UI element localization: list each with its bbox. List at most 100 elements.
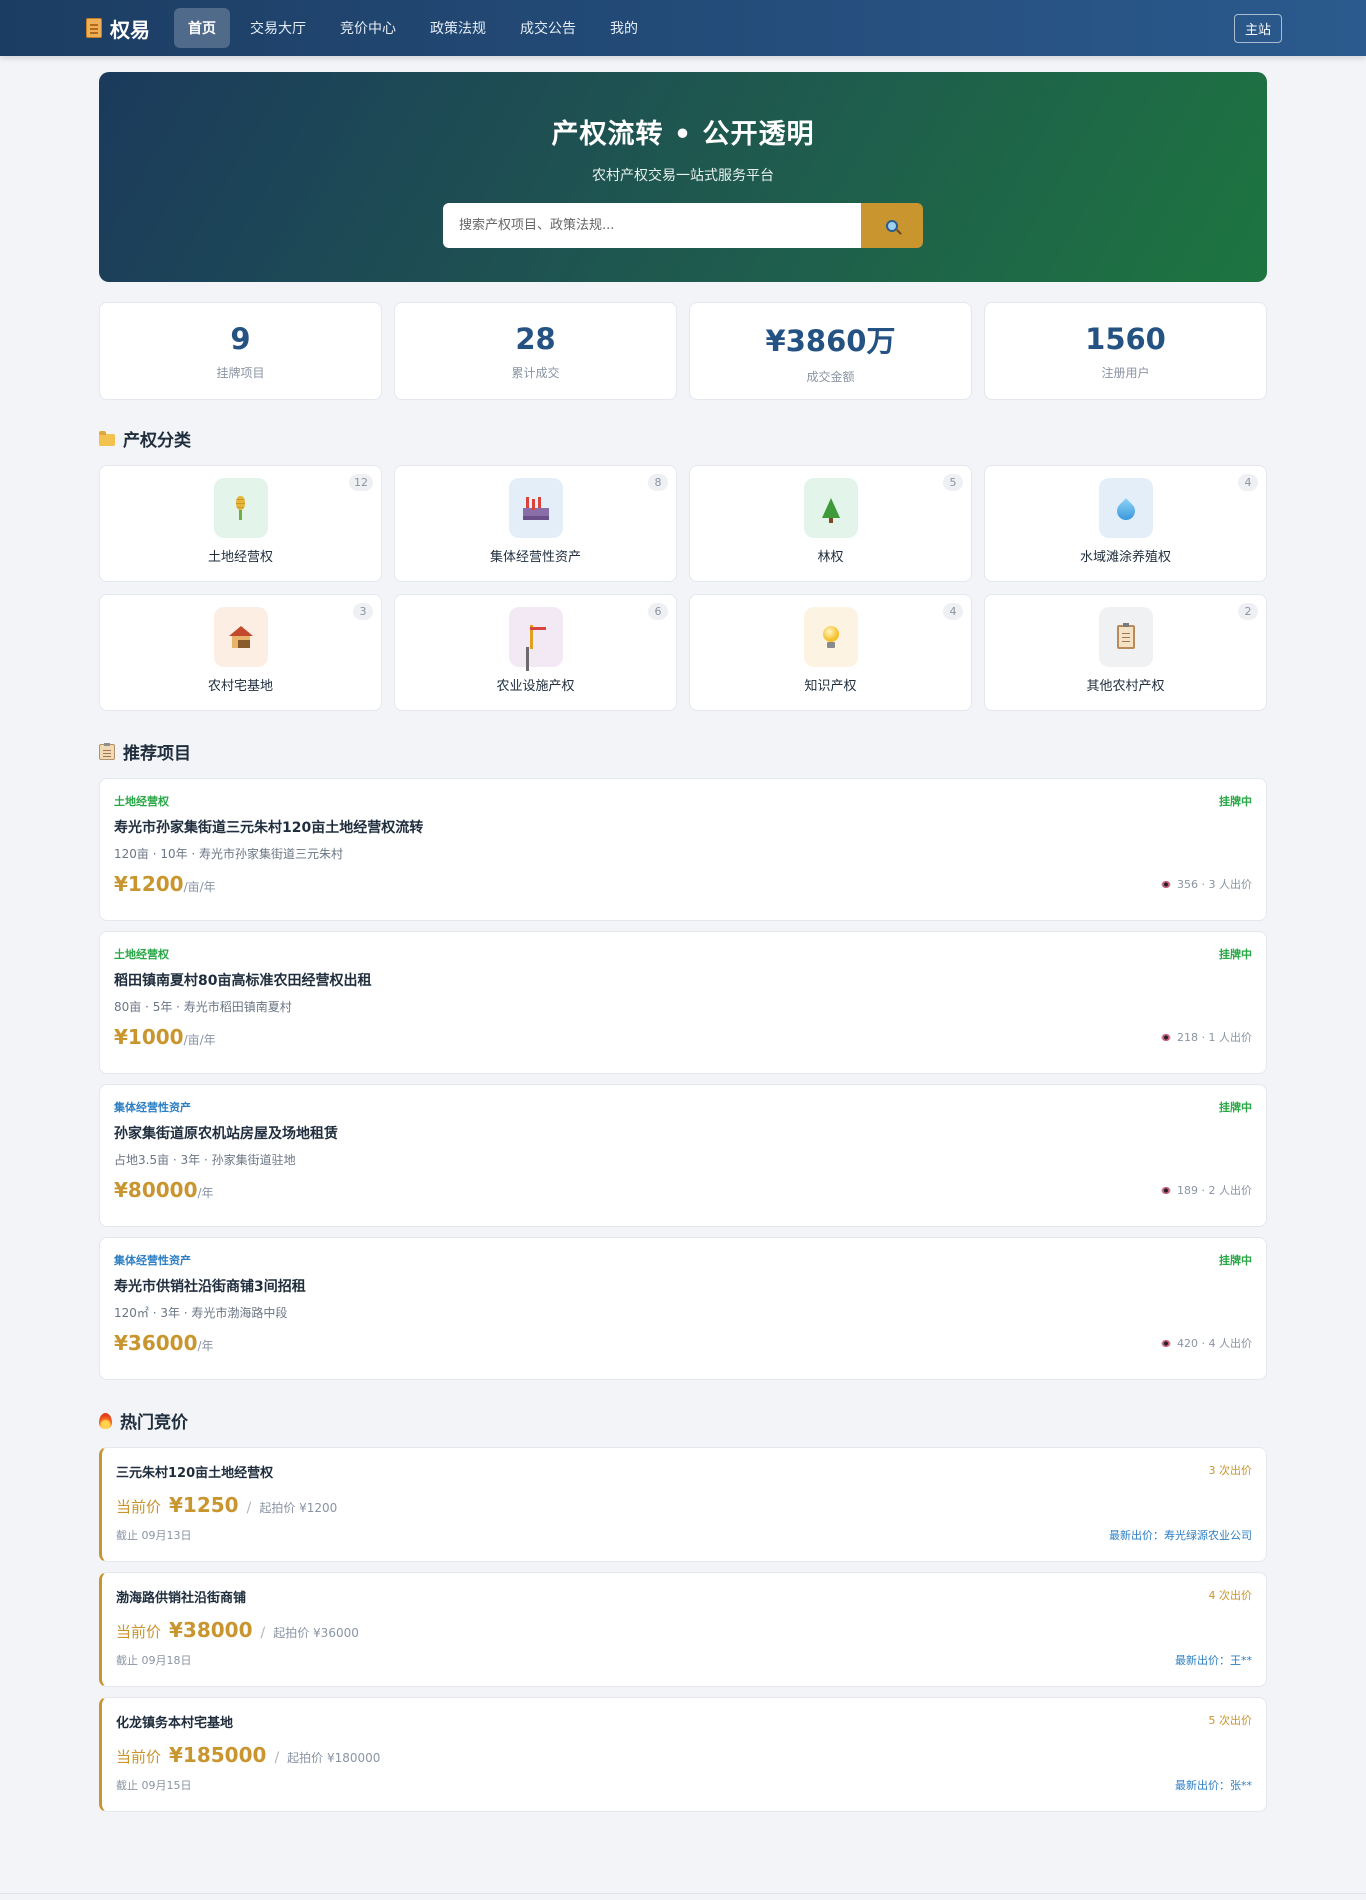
price-unit: /年	[197, 1339, 214, 1353]
bid-count: 4 次出价	[1208, 1589, 1253, 1602]
hero-banner: 产权流转 • 公开透明 农村产权交易一站式服务平台	[99, 72, 1267, 282]
starting-price: 起拍价 ¥36000	[273, 1626, 359, 1640]
project-price: ¥1000	[114, 1025, 184, 1049]
stat-value: 9	[230, 321, 251, 356]
category-card-homestead[interactable]: 3 农村宅基地	[99, 594, 382, 711]
category-icon-box	[1098, 478, 1153, 538]
category-label: 林权	[817, 550, 844, 565]
current-price-label: 当前价	[116, 1623, 162, 1641]
auction-card[interactable]: 渤海路供销社沿街商铺 4 次出价 当前价 ¥38000 / 起拍价 ¥36000…	[99, 1572, 1267, 1687]
count-badge: 3	[353, 603, 373, 620]
project-stats: 218 · 1 人出价	[1177, 1031, 1252, 1044]
stat-value: 1560	[1085, 321, 1166, 356]
category-card-water[interactable]: 4 水域滩涂养殖权	[984, 465, 1267, 582]
price-separator: /	[274, 1750, 280, 1766]
project-card[interactable]: 土地经营权 挂牌中 稻田镇南夏村80亩高标准农田经营权出租 80亩 · 5年 ·…	[99, 931, 1267, 1074]
factory-icon	[522, 496, 549, 520]
nav-links: 首页 交易大厅 竞价中心 政策法规 成交公告 我的	[174, 8, 1234, 48]
bid-count: 5 次出价	[1208, 1714, 1253, 1727]
status-badge: 挂牌中	[1219, 1101, 1252, 1114]
status-badge: 挂牌中	[1219, 795, 1252, 808]
clipboard-icon	[1116, 623, 1135, 649]
project-list: 土地经营权 挂牌中 寿光市孙家集街道三元朱村120亩土地经营权流转 120亩 ·…	[99, 778, 1267, 1380]
hero-title: 产权流转 • 公开透明	[551, 119, 815, 150]
price-unit: /亩/年	[183, 880, 216, 894]
projects-title: 推荐项目	[123, 744, 191, 764]
main-site-button[interactable]: 主站	[1233, 13, 1282, 43]
categories-heading: 产权分类	[99, 426, 1267, 451]
deadline: 截止 09月13日	[116, 1529, 192, 1542]
auction-list: 三元朱村120亩土地经营权 3 次出价 当前价 ¥1250 / 起拍价 ¥120…	[99, 1447, 1267, 1812]
crane-icon	[524, 625, 548, 649]
project-stats: 356 · 3 人出价	[1177, 878, 1252, 891]
brand-logo[interactable]: 权易	[86, 14, 150, 43]
project-category: 土地经营权	[114, 948, 169, 961]
project-title: 寿光市供销社沿街商铺3间招租	[114, 1279, 306, 1295]
search-input[interactable]	[443, 203, 861, 248]
auction-title: 渤海路供销社沿街商铺	[116, 1591, 247, 1606]
project-category: 集体经营性资产	[114, 1101, 191, 1114]
project-card[interactable]: 集体经营性资产 挂牌中 寿光市供销社沿街商铺3间招租 120㎡ · 3年 · 寿…	[99, 1237, 1267, 1380]
nav-link-trading-hall[interactable]: 交易大厅	[236, 8, 320, 48]
search-button[interactable]	[861, 203, 923, 248]
starting-price: 起拍价 ¥1200	[259, 1501, 338, 1515]
current-price-label: 当前价	[116, 1498, 162, 1516]
category-icon-box	[213, 478, 268, 538]
project-meta: 120亩 · 10年 · 寿光市孙家集街道三元朱村	[114, 847, 344, 861]
category-card-collective-assets[interactable]: 8 集体经营性资产	[394, 465, 677, 582]
categories-title: 产权分类	[123, 431, 191, 451]
count-badge: 4	[1238, 474, 1258, 491]
stat-card-deals: 28 累计成交	[394, 302, 677, 400]
nav-link-policies[interactable]: 政策法规	[416, 8, 500, 48]
price-separator: /	[246, 1500, 252, 1516]
nav-link-mine[interactable]: 我的	[596, 8, 652, 48]
project-title: 寿光市孙家集街道三元朱村120亩土地经营权流转	[114, 820, 424, 836]
main-content: 产权流转 • 公开透明 农村产权交易一站式服务平台 9 挂牌项目 28 累计成交…	[99, 72, 1267, 1812]
eye-icon	[1161, 880, 1172, 888]
nav-link-auction-center[interactable]: 竞价中心	[326, 8, 410, 48]
category-card-ip[interactable]: 4 知识产权	[689, 594, 972, 711]
auctions-title: 热门竞价	[120, 1413, 188, 1433]
category-icon-box	[803, 478, 858, 538]
project-card[interactable]: 土地经营权 挂牌中 寿光市孙家集街道三元朱村120亩土地经营权流转 120亩 ·…	[99, 778, 1267, 921]
price-unit: /亩/年	[183, 1033, 216, 1047]
category-icon-box	[803, 607, 858, 667]
current-price: ¥38000	[169, 1618, 253, 1642]
bid-count: 3 次出价	[1208, 1464, 1253, 1477]
scroll-icon	[86, 18, 102, 38]
stat-card-users: 1560 注册用户	[984, 302, 1267, 400]
count-badge: 12	[349, 474, 373, 491]
category-card-land[interactable]: 12 土地经营权	[99, 465, 382, 582]
latest-bidder: 最新出价：寿光绿源农业公司	[1109, 1529, 1252, 1542]
auction-card[interactable]: 化龙镇务本村宅基地 5 次出价 当前价 ¥185000 / 起拍价 ¥18000…	[99, 1697, 1267, 1812]
category-label: 水域滩涂养殖权	[1079, 550, 1171, 565]
projects-heading: 推荐项目	[99, 739, 1267, 764]
project-meta: 80亩 · 5年 · 寿光市稻田镇南夏村	[114, 1000, 292, 1014]
stats-row: 9 挂牌项目 28 累计成交 ¥3860万 成交金额 1560 注册用户	[99, 302, 1267, 400]
stat-value: ¥3860万	[765, 323, 896, 358]
eye-icon	[1161, 1339, 1172, 1347]
brand-name: 权易	[110, 17, 150, 42]
auction-card[interactable]: 三元朱村120亩土地经营权 3 次出价 当前价 ¥1250 / 起拍价 ¥120…	[99, 1447, 1267, 1562]
current-price: ¥1250	[169, 1493, 239, 1517]
nav-link-announcements[interactable]: 成交公告	[506, 8, 590, 48]
category-icon-box	[508, 607, 563, 667]
stat-card-listed: 9 挂牌项目	[99, 302, 382, 400]
price-unit: /年	[197, 1186, 214, 1200]
tree-icon	[821, 498, 840, 523]
status-badge: 挂牌中	[1219, 948, 1252, 961]
project-card[interactable]: 集体经营性资产 挂牌中 孙家集街道原农机站房屋及场地租赁 占地3.5亩 · 3年…	[99, 1084, 1267, 1227]
project-category: 土地经营权	[114, 795, 169, 808]
category-grid: 12 土地经营权 8 集体经营性资产 5 林权 4 水域滩涂养殖权 3 农村宅基…	[99, 465, 1267, 711]
category-card-facilities[interactable]: 6 农业设施产权	[394, 594, 677, 711]
auction-title: 化龙镇务本村宅基地	[116, 1716, 234, 1731]
stat-label: 挂牌项目	[216, 365, 265, 380]
category-card-other[interactable]: 2 其他农村产权	[984, 594, 1267, 711]
auctions-heading: 热门竞价	[99, 1408, 1267, 1433]
count-badge: 2	[1238, 603, 1258, 620]
category-card-forest[interactable]: 5 林权	[689, 465, 972, 582]
project-category: 集体经营性资产	[114, 1254, 191, 1267]
search-box	[443, 203, 923, 248]
nav-link-home[interactable]: 首页	[174, 8, 230, 48]
project-stats: 189 · 2 人出价	[1177, 1184, 1252, 1197]
